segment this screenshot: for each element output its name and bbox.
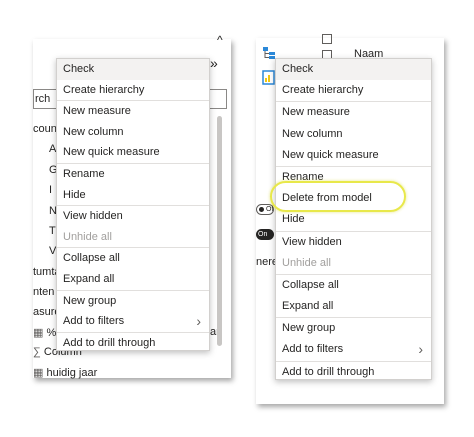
menu-item-label: Create hierarchy [63, 83, 145, 96]
field-item-percent[interactable]: ▦ % [33, 326, 56, 339]
menu-item-label: View hidden [282, 235, 342, 248]
field-fragment: T [49, 225, 56, 237]
sigma-icon: ∑ [33, 346, 41, 358]
menu-item-check[interactable]: Check [57, 59, 209, 80]
menu-item-unhide-all: Unhide all [57, 227, 209, 248]
menu-item-expand-all[interactable]: Expand all [57, 269, 209, 290]
calculator-icon: ▦ [33, 327, 44, 339]
menu-item-label: Unhide all [282, 256, 331, 269]
menu-item-label: New quick measure [282, 148, 379, 161]
menu-item-label: Collapse all [282, 278, 339, 291]
field-item-label: huidig jaar [46, 367, 98, 379]
menu-item-check[interactable]: Check [276, 59, 431, 81]
menu-item-view-hidden[interactable]: View hidden [57, 206, 209, 227]
menu-item-label: Create hierarchy [282, 84, 364, 97]
menu-item-label: Expand all [282, 300, 334, 313]
menu-item-new-group[interactable]: New group [57, 291, 209, 312]
menu-item-label: New group [282, 322, 336, 335]
menu-item-new-quick-measure[interactable]: New quick measure [276, 145, 431, 166]
menu-item-label: Unhide all [63, 230, 112, 243]
menu-item-label: Check [282, 63, 314, 75]
chevron-right-icon: › [196, 313, 201, 330]
menu-item-label: Check [63, 63, 95, 75]
menu-scrollbar[interactable] [217, 116, 222, 346]
menu-item-label: New group [63, 294, 117, 307]
field-fragment: I [49, 184, 53, 196]
context-menu-left: Check Create hierarchy New measure New colu… [56, 58, 210, 351]
menu-item-new-column[interactable]: New column [276, 124, 431, 145]
menu-item-label: Add to filters [282, 343, 344, 356]
menu-item-add-to-drill-through[interactable]: Add to drill through [57, 333, 209, 354]
menu-item-view-hidden[interactable]: View hidden [276, 232, 431, 253]
menu-item-new-column[interactable]: New column [57, 122, 209, 143]
menu-item-collapse-all[interactable]: Collapse all [276, 275, 431, 296]
toggle-off-label: Of [266, 206, 274, 213]
menu-item-label: Add to drill through [282, 365, 375, 378]
menu-item-add-to-filters[interactable]: Add to filters › [276, 339, 431, 360]
field-item-huidig-jaar[interactable]: ▦ huidig jaar [33, 366, 97, 379]
menu-item-unhide-all: Unhide all [276, 253, 431, 274]
menu-item-label: New quick measure [63, 146, 160, 159]
hierarchy-icon [263, 47, 275, 59]
chevron-right-icon: › [418, 341, 423, 358]
report-icon [262, 70, 275, 85]
menu-item-label: Add to filters [63, 315, 125, 328]
menu-item-add-to-filters[interactable]: Add to filters › [57, 311, 209, 332]
menu-item-expand-all[interactable]: Expand all [276, 296, 431, 317]
menu-item-collapse-all[interactable]: Collapse all [57, 248, 209, 269]
menu-item-add-to-drill-through[interactable]: Add to drill through [276, 362, 431, 383]
double-chevron-right-icon[interactable]: » [210, 55, 218, 71]
menu-item-new-measure[interactable]: New measure [57, 101, 209, 122]
chevron-up-icon[interactable]: ^ [217, 33, 223, 47]
menu-item-label: Hide [282, 213, 305, 226]
context-menu-right: Check Create hierarchy New measure New colu… [275, 58, 432, 380]
menu-item-new-quick-measure[interactable]: New quick measure [57, 142, 209, 163]
field-item-label: % [46, 327, 57, 339]
menu-item-label: New measure [63, 105, 131, 118]
menu-item-label: Add to drill through [63, 336, 156, 349]
menu-item-new-group[interactable]: New group [276, 318, 431, 339]
menu-item-label: Rename [63, 167, 105, 180]
menu-item-label: New column [282, 127, 343, 140]
menu-item-label: Expand all [63, 272, 115, 285]
highlight-ring [270, 181, 406, 212]
menu-item-create-hierarchy[interactable]: Create hierarchy [276, 80, 431, 101]
menu-item-rename[interactable]: Rename [57, 164, 209, 185]
field-fragment: nten [33, 286, 55, 298]
menu-item-label: Hide [63, 188, 86, 201]
menu-item-label: Collapse all [63, 252, 120, 265]
menu-item-new-measure[interactable]: New measure [276, 102, 431, 123]
toggle-on[interactable]: On [256, 229, 274, 240]
menu-item-create-hierarchy[interactable]: Create hierarchy [57, 80, 209, 101]
menu-item-label: New column [63, 125, 124, 138]
menu-item-label: View hidden [63, 210, 123, 223]
calculator-icon: ▦ [33, 367, 44, 379]
checkbox[interactable] [322, 34, 332, 44]
menu-item-hide[interactable]: Hide [276, 209, 431, 230]
menu-item-hide[interactable]: Hide [57, 185, 209, 206]
menu-item-label: New measure [282, 106, 350, 119]
search-input-text: rch [35, 93, 51, 105]
